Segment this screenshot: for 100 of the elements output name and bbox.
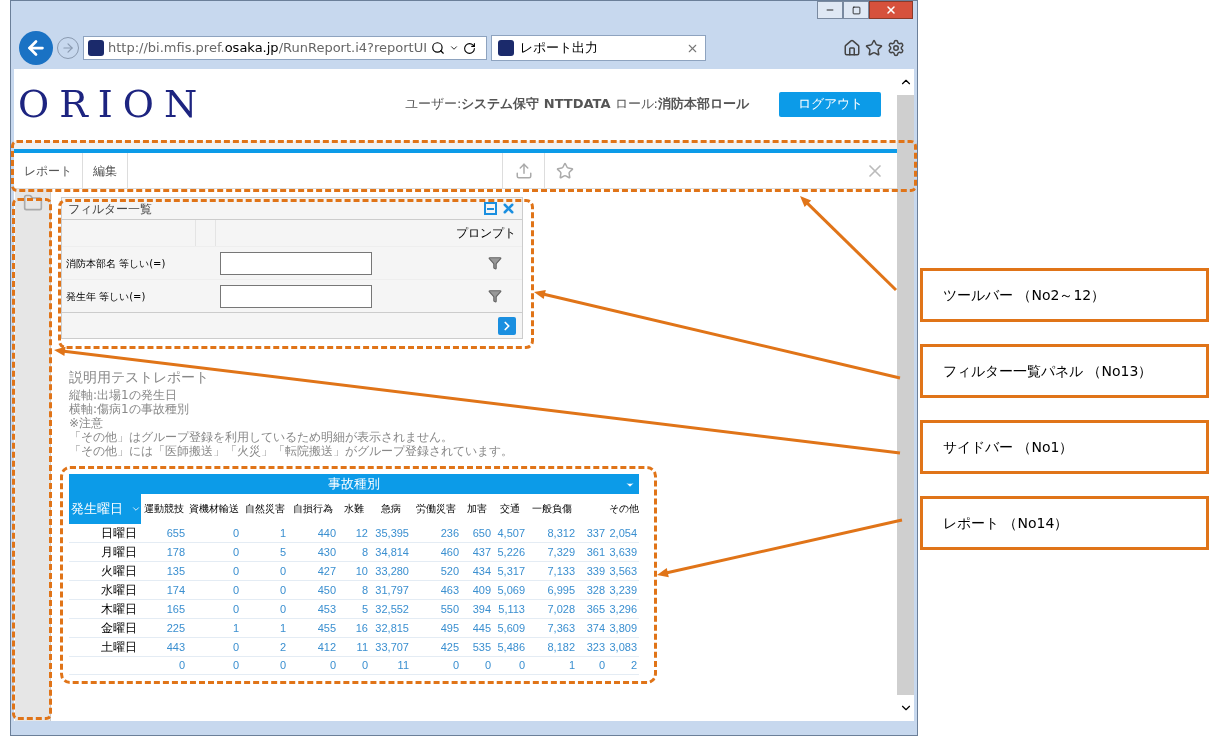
address-field[interactable]: http://bi.mfis.pref.osaka.jp/RunReport.i4?reportUI bbox=[83, 36, 487, 60]
folder-icon[interactable] bbox=[22, 193, 43, 213]
maximize-icon[interactable] bbox=[843, 1, 869, 19]
table-cell: 35,395 bbox=[375, 526, 409, 539]
table-cell: 0 bbox=[279, 583, 286, 596]
table-cell: 2 bbox=[630, 659, 637, 672]
table-cell: 460 bbox=[440, 545, 459, 558]
column-header: 一般負傷 bbox=[532, 503, 572, 514]
column-header: 自然災害 bbox=[244, 503, 285, 514]
dropdown-icon[interactable] bbox=[449, 43, 459, 53]
table-cell: 3,809 bbox=[609, 621, 637, 634]
table-cell: 33,280 bbox=[375, 564, 409, 577]
table-cell: 0 bbox=[232, 583, 239, 596]
input-field[interactable] bbox=[220, 251, 372, 275]
table-cell: 4,507 bbox=[497, 526, 525, 539]
table-cell: 11 bbox=[356, 640, 368, 653]
column-header: 自損行為 bbox=[293, 503, 333, 514]
table-cell: 425 bbox=[440, 640, 459, 653]
table-cell: 5 bbox=[361, 602, 368, 615]
table-cell: 520 bbox=[440, 564, 459, 577]
table-cell: 409 bbox=[472, 583, 491, 596]
table-cell: 1 bbox=[232, 621, 239, 634]
table-cell: 8,312 bbox=[547, 526, 575, 539]
table-cell: 0 bbox=[329, 659, 336, 672]
browser-tab[interactable]: レポート出力 bbox=[491, 35, 706, 61]
back-icon[interactable] bbox=[19, 31, 53, 65]
user-info: ユーザー:システム保守 NTTDATA ロール:消防本部ロール bbox=[404, 95, 749, 114]
input-field[interactable] bbox=[220, 284, 372, 308]
report-title: 説明用テストレポート bbox=[69, 368, 210, 387]
table-cell: 3,239 bbox=[609, 583, 637, 596]
table-cell: 450 bbox=[317, 583, 336, 596]
column-header: その他 bbox=[609, 503, 639, 514]
filter-label: 消防本部名 等しい(=) bbox=[65, 256, 167, 271]
table-cell: 8 bbox=[361, 583, 368, 596]
home-icon[interactable] bbox=[843, 39, 861, 57]
table-cell: 427 bbox=[317, 564, 336, 577]
toolbar-tab[interactable]: 編集 bbox=[83, 153, 128, 188]
row-label: 日曜日 bbox=[101, 526, 137, 540]
table-cell: 3,639 bbox=[609, 545, 637, 558]
callout-box: レポート （No14） bbox=[920, 496, 1209, 550]
description-line: 横軸:傷病1の事故種別 bbox=[69, 402, 190, 416]
column-header: 資機材輸送 bbox=[189, 503, 239, 514]
filter-icon[interactable] bbox=[488, 256, 502, 270]
upload-icon[interactable] bbox=[514, 161, 533, 180]
callout-box: ツールバー （No2～12） bbox=[920, 268, 1209, 322]
table-cell: 374 bbox=[586, 621, 605, 634]
column-header: 運動競技 bbox=[144, 503, 184, 514]
description-line: 「その他」には「医師搬送」「火災」「転院搬送」がグループ登録されています。 bbox=[69, 444, 514, 458]
close-icon[interactable] bbox=[501, 201, 516, 216]
column-header: 加害 bbox=[467, 503, 487, 514]
callout-box: フィルター一覧パネル （No13） bbox=[920, 344, 1209, 398]
table-cell: 178 bbox=[166, 545, 185, 558]
row-label: 土曜日 bbox=[101, 640, 137, 654]
table-cell: 6,995 bbox=[547, 583, 575, 596]
table-cell: 328 bbox=[586, 583, 605, 596]
table-cell: 8,182 bbox=[547, 640, 575, 653]
table-cell: 1 bbox=[568, 659, 575, 672]
table-cell: 0 bbox=[232, 602, 239, 615]
description-line: 「その他」はグループ登録を利用しているため明細が表示されません。 bbox=[69, 430, 454, 444]
run-button[interactable] bbox=[498, 316, 516, 335]
table-cell: 165 bbox=[166, 602, 185, 615]
table-cell: 437 bbox=[472, 545, 491, 558]
table-cell: 0 bbox=[232, 545, 239, 558]
site-icon bbox=[498, 40, 514, 56]
table-cell: 33,707 bbox=[375, 640, 409, 653]
settings-icon[interactable] bbox=[887, 39, 905, 57]
table-cell: 0 bbox=[279, 659, 286, 672]
row-label: 水曜日 bbox=[101, 583, 137, 597]
table-cell: 0 bbox=[484, 659, 491, 672]
refresh-icon[interactable] bbox=[463, 41, 476, 55]
table-cell: 463 bbox=[440, 583, 459, 596]
table-cell: 0 bbox=[279, 602, 286, 615]
toolbar-tab[interactable]: レポート bbox=[14, 153, 83, 188]
table-cell: 365 bbox=[586, 602, 605, 615]
table-cell: 455 bbox=[317, 621, 336, 634]
url-text: http://bi.mfis.pref.osaka.jp/RunReport.i4?reportUI bbox=[108, 39, 427, 58]
column-header: プロンプト bbox=[456, 225, 516, 242]
scrollbar[interactable] bbox=[897, 69, 914, 721]
table-cell: 3,563 bbox=[609, 564, 637, 577]
filter-icon[interactable] bbox=[488, 289, 502, 303]
favorites-icon[interactable] bbox=[865, 39, 883, 57]
table-cell: 174 bbox=[166, 583, 185, 596]
table-cell: 5,609 bbox=[497, 621, 525, 634]
table-cell: 440 bbox=[317, 526, 336, 539]
minimize-icon[interactable] bbox=[484, 202, 497, 215]
close-icon[interactable] bbox=[869, 1, 913, 19]
table-cell: 3,083 bbox=[609, 640, 637, 653]
table-cell: 434 bbox=[472, 564, 491, 577]
panel-title: フィルター一覧 bbox=[68, 200, 153, 218]
table-cell: 16 bbox=[355, 621, 368, 634]
search-icon[interactable] bbox=[431, 41, 445, 55]
table-cell: 0 bbox=[232, 659, 239, 672]
table-cell: 7,363 bbox=[547, 621, 575, 634]
favorite-icon[interactable] bbox=[556, 161, 574, 180]
dropdown-icon[interactable] bbox=[625, 480, 635, 490]
table-cell: 453 bbox=[317, 602, 336, 615]
table-cell: 323 bbox=[586, 640, 605, 653]
table-cell: 394 bbox=[472, 602, 491, 615]
minimize-icon[interactable] bbox=[817, 1, 843, 19]
row-label: 金曜日 bbox=[101, 621, 137, 635]
